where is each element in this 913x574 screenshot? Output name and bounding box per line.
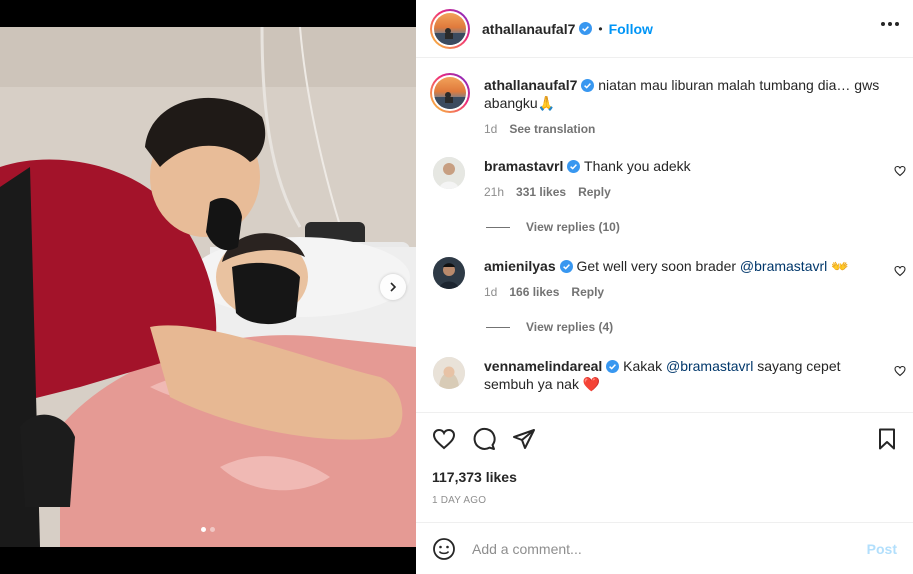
post-actions: 117,373 likes 1 DAY AGO <box>416 412 913 506</box>
paper-plane-icon <box>513 429 535 449</box>
comment-button[interactable] <box>472 427 496 456</box>
caption: athallanaufal7 niatan mau liburan malah … <box>430 73 906 143</box>
verified-badge-icon <box>579 22 593 35</box>
post-comment-button[interactable]: Post <box>867 541 897 557</box>
follow-button[interactable]: Follow <box>609 21 653 37</box>
mention-link[interactable]: @bramastavrl <box>740 258 827 274</box>
more-dot <box>895 22 899 26</box>
next-slide-button[interactable] <box>380 274 406 300</box>
carousel-indicator <box>0 527 416 532</box>
avatar <box>434 12 466 45</box>
separator-dot: • <box>598 21 603 36</box>
comment-age[interactable]: 1d <box>484 283 497 301</box>
carousel-dot <box>210 527 215 532</box>
photo-illustration <box>0 27 416 547</box>
commenter-avatar[interactable] <box>433 257 465 289</box>
verified-badge-icon <box>606 360 620 373</box>
emoji-icon[interactable] <box>432 537 456 561</box>
view-replies-label: View replies (4) <box>526 320 614 334</box>
view-replies-button[interactable]: View replies (4) <box>486 320 613 334</box>
comment-text: Kakak <box>623 358 666 374</box>
comment-text: Thank you adekk <box>584 158 691 174</box>
likes-count[interactable]: 117,373 likes <box>432 469 517 485</box>
comment-text: Get well very soon brader <box>576 258 740 274</box>
comment-username[interactable]: vennamelindareal <box>484 358 602 374</box>
reply-button[interactable]: Reply <box>571 283 604 301</box>
avatar <box>434 77 466 109</box>
verified-badge-icon <box>559 260 573 273</box>
save-button[interactable] <box>875 427 899 456</box>
heart-icon <box>432 428 456 450</box>
comments-list[interactable]: athallanaufal7 niatan mau liburan malah … <box>416 59 913 411</box>
comment-likes[interactable]: 331 likes <box>516 183 566 201</box>
more-dot <box>888 22 892 26</box>
post-author-username[interactable]: athallanaufal7 <box>482 21 575 37</box>
comment-composer: Post <box>416 522 913 574</box>
comment-username[interactable]: bramastavrl <box>484 158 563 174</box>
comment-item: vennamelindareal Kakak @bramastavrl saya… <box>430 357 906 411</box>
view-replies-button[interactable]: View replies (10) <box>486 220 620 234</box>
like-comment-heart-icon[interactable] <box>894 165 906 177</box>
caption-avatar-ring[interactable] <box>430 73 470 113</box>
replies-divider <box>486 226 510 228</box>
comment-text-emoji: 👐 <box>827 258 849 274</box>
commenter-avatar[interactable] <box>433 357 465 389</box>
caption-age[interactable]: 1d <box>484 120 497 138</box>
post-header: athallanaufal7 • Follow <box>416 0 913 58</box>
bookmark-icon <box>879 428 895 450</box>
comment-username[interactable]: amienilyas <box>484 258 556 274</box>
chevron-right-icon <box>390 282 397 292</box>
carousel-dot <box>201 527 206 532</box>
mention-link[interactable]: @bramastavrl <box>666 358 753 374</box>
story-ring[interactable] <box>430 8 470 49</box>
verified-badge-icon <box>581 79 595 92</box>
more-options-button[interactable] <box>881 22 899 26</box>
share-button[interactable] <box>512 427 536 456</box>
commenter-avatar[interactable] <box>433 157 465 189</box>
comment-item: amienilyas Get well very soon brader @br… <box>430 257 906 307</box>
replies-divider <box>486 326 510 328</box>
post-media <box>0 0 416 574</box>
comment-likes[interactable]: 166 likes <box>509 283 559 301</box>
like-button[interactable] <box>432 427 456 456</box>
comment-age[interactable]: 21h <box>484 183 504 201</box>
comment-item: bramastavrl Thank you adekk 21h 331 like… <box>430 157 906 207</box>
comment-input[interactable] <box>472 540 867 557</box>
see-translation-link[interactable]: See translation <box>509 120 595 138</box>
caption-username[interactable]: athallanaufal7 <box>484 77 577 93</box>
verified-badge-icon <box>567 160 581 173</box>
post-date[interactable]: 1 DAY AGO <box>432 495 486 506</box>
comment-bubble-icon <box>473 427 496 450</box>
more-dot <box>881 22 885 26</box>
post-photo[interactable] <box>0 27 416 547</box>
like-comment-heart-icon[interactable] <box>894 265 906 277</box>
reply-button[interactable]: Reply <box>578 183 611 201</box>
like-comment-heart-icon[interactable] <box>894 365 906 377</box>
view-replies-label: View replies (10) <box>526 220 620 234</box>
post-panel: athallanaufal7 • Follow athallanaufal7 n… <box>416 0 913 574</box>
